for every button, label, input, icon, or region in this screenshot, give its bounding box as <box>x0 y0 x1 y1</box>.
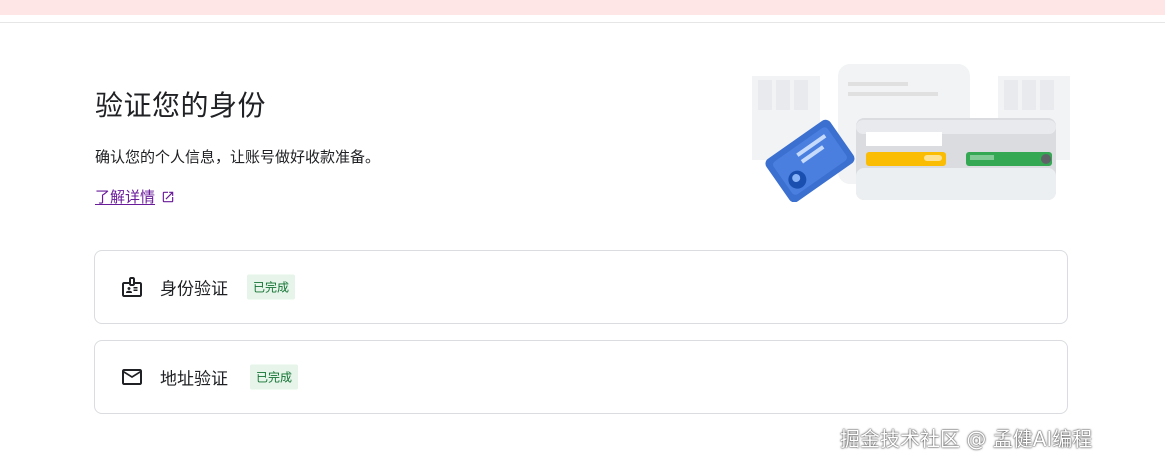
identity-verification-row[interactable]: 身份验证 已完成 <box>94 250 1068 324</box>
top-divider <box>0 22 1165 23</box>
watermark: 掘金技术社区 @ 孟健AI编程 <box>840 427 1093 451</box>
top-banner <box>0 0 1165 15</box>
id-card-icon <box>122 277 142 297</box>
learn-more-label: 了解详情 <box>95 188 156 206</box>
address-verification-label: 地址验证 <box>160 369 228 390</box>
page-description: 确认您的个人信息，让账号做好收款准备。 <box>95 148 381 166</box>
mail-icon <box>122 369 142 385</box>
address-verification-row[interactable]: 地址验证 已完成 <box>94 340 1068 414</box>
status-badge: 已完成 <box>250 364 299 390</box>
learn-more-link[interactable]: 了解详情 <box>95 186 175 207</box>
identity-verification-label: 身份验证 <box>160 279 228 300</box>
identity-verification-illustration <box>752 64 1070 202</box>
external-link-icon <box>162 191 174 202</box>
page-title: 验证您的身份 <box>95 89 267 122</box>
status-badge: 已完成 <box>247 274 296 300</box>
